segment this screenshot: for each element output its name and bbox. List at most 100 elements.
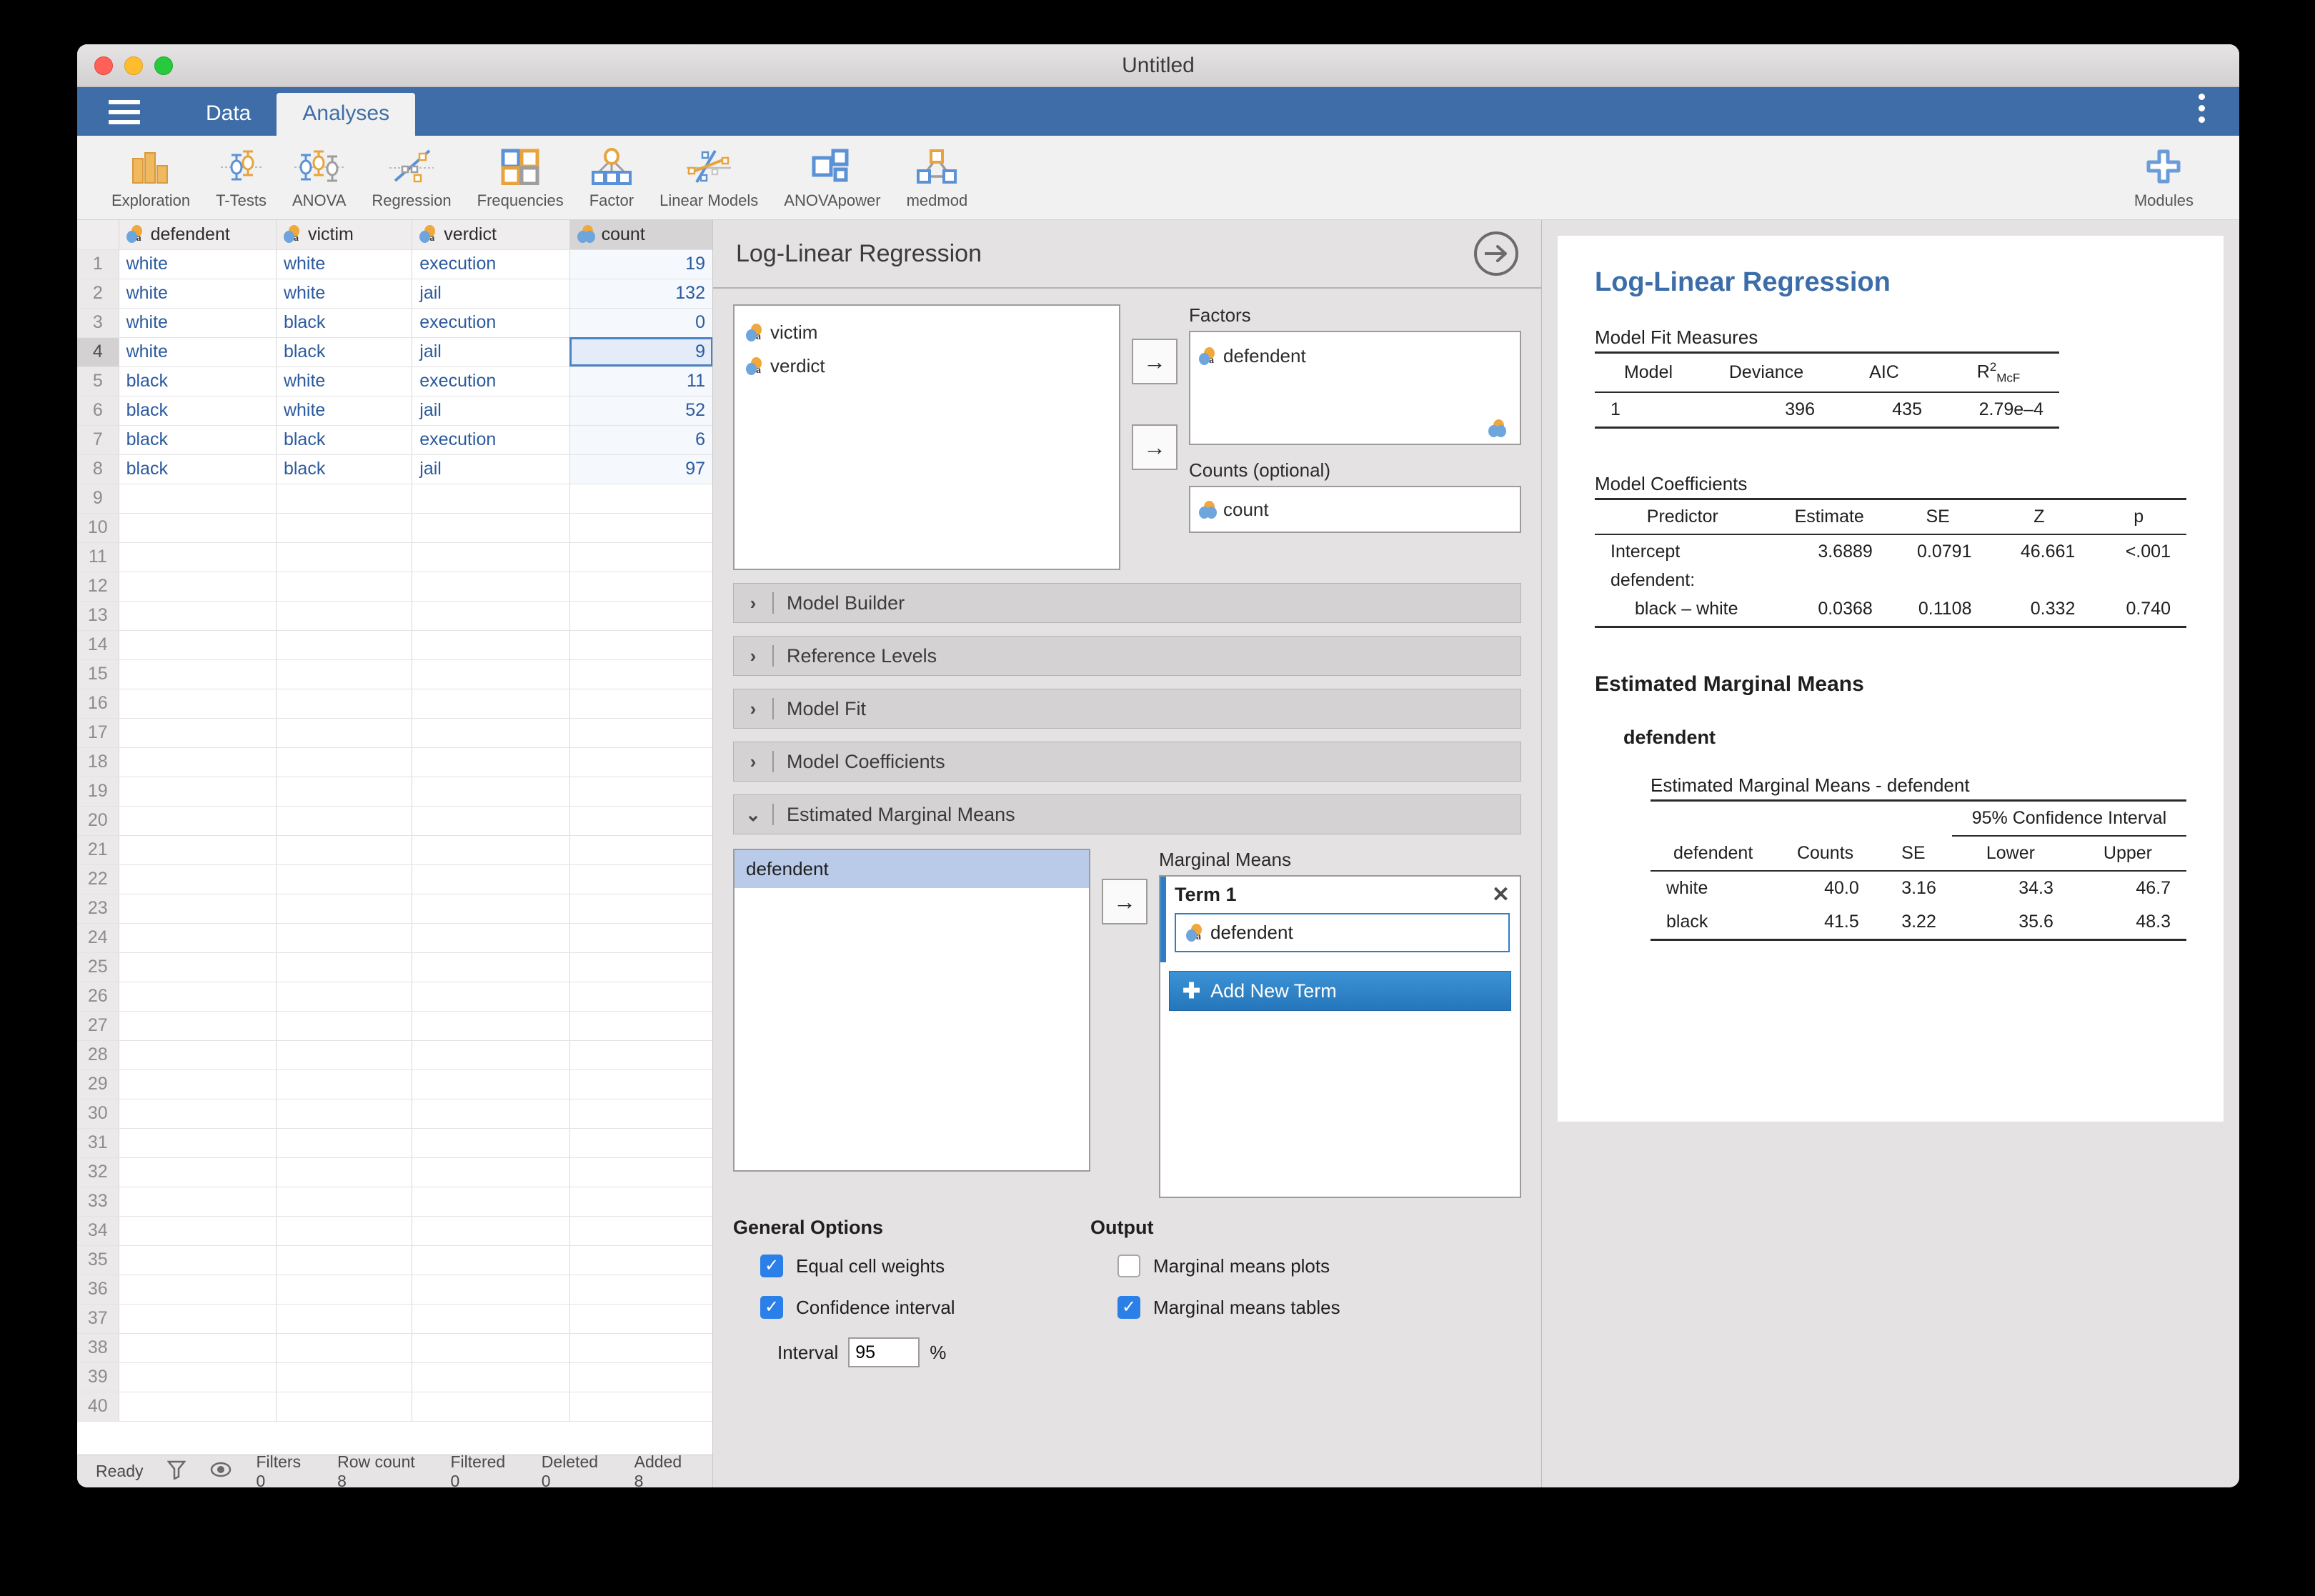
cell-verdict[interactable] bbox=[412, 1157, 570, 1187]
cell-verdict[interactable] bbox=[412, 513, 570, 543]
row-number[interactable]: 26 bbox=[77, 982, 119, 1012]
row-number[interactable]: 31 bbox=[77, 1128, 119, 1158]
factors-dropbox[interactable]: a defendent bbox=[1189, 331, 1521, 445]
cell-count[interactable] bbox=[569, 572, 712, 602]
assign-to-counts-button[interactable]: → bbox=[1132, 424, 1178, 470]
emm-results-table[interactable]: 95% Confidence Interval defendent Counts… bbox=[1651, 799, 2186, 942]
cell-verdict[interactable] bbox=[412, 923, 570, 953]
cell-victim[interactable]: white bbox=[276, 396, 413, 426]
cell-count[interactable]: 11 bbox=[569, 366, 712, 396]
cell-count[interactable]: 6 bbox=[569, 425, 712, 455]
available-variables-list[interactable]: a victim a verdict bbox=[733, 304, 1120, 570]
row-number[interactable]: 12 bbox=[77, 572, 119, 602]
row-number[interactable]: 16 bbox=[77, 689, 119, 719]
assign-to-marginal-means-button[interactable]: → bbox=[1102, 879, 1147, 924]
section-model-builder[interactable]: › Model Builder bbox=[733, 583, 1521, 623]
hamburger-menu-icon[interactable] bbox=[109, 100, 140, 124]
cell-victim[interactable] bbox=[276, 982, 413, 1012]
cell-verdict[interactable]: execution bbox=[412, 249, 570, 279]
cell-defendent[interactable]: white bbox=[119, 308, 277, 338]
cell-count[interactable]: 52 bbox=[569, 396, 712, 426]
cell-count[interactable] bbox=[569, 1304, 712, 1334]
cell-verdict[interactable] bbox=[412, 835, 570, 865]
cell-defendent[interactable] bbox=[119, 1245, 277, 1275]
cell-count[interactable] bbox=[569, 835, 712, 865]
cell-defendent[interactable] bbox=[119, 952, 277, 982]
row-number[interactable]: 33 bbox=[77, 1187, 119, 1217]
cell-victim[interactable] bbox=[276, 1011, 413, 1041]
cell-victim[interactable] bbox=[276, 513, 413, 543]
cell-verdict[interactable] bbox=[412, 1304, 570, 1334]
cell-verdict[interactable] bbox=[412, 1069, 570, 1099]
ribbon-button-factor[interactable]: Factor bbox=[577, 136, 647, 219]
cell-victim[interactable] bbox=[276, 1304, 413, 1334]
cell-victim[interactable] bbox=[276, 1099, 413, 1129]
cell-victim[interactable] bbox=[276, 601, 413, 631]
row-number[interactable]: 6 bbox=[77, 396, 119, 426]
cell-count[interactable] bbox=[569, 659, 712, 689]
row-number[interactable]: 32 bbox=[77, 1157, 119, 1187]
cell-victim[interactable]: black bbox=[276, 337, 413, 367]
cell-count[interactable] bbox=[569, 777, 712, 807]
cell-defendent[interactable] bbox=[119, 659, 277, 689]
cell-defendent[interactable] bbox=[119, 894, 277, 924]
marginal-means-plots-checkbox[interactable] bbox=[1117, 1255, 1140, 1277]
counts-dropbox[interactable]: count bbox=[1189, 486, 1521, 533]
spreadsheet-scroll-area[interactable]: a defendent a victim a verdict count 1 w… bbox=[77, 220, 712, 1455]
cell-verdict[interactable] bbox=[412, 659, 570, 689]
cell-count[interactable] bbox=[569, 1392, 712, 1422]
cell-defendent[interactable] bbox=[119, 572, 277, 602]
cell-victim[interactable]: black bbox=[276, 308, 413, 338]
row-number[interactable]: 38 bbox=[77, 1333, 119, 1363]
interval-input[interactable] bbox=[848, 1337, 920, 1367]
cell-defendent[interactable] bbox=[119, 864, 277, 894]
cell-verdict[interactable] bbox=[412, 1216, 570, 1246]
cell-victim[interactable] bbox=[276, 659, 413, 689]
cell-defendent[interactable] bbox=[119, 835, 277, 865]
cell-verdict[interactable] bbox=[412, 1128, 570, 1158]
column-header-count[interactable]: count bbox=[569, 220, 712, 250]
cell-verdict[interactable] bbox=[412, 601, 570, 631]
row-number[interactable]: 29 bbox=[77, 1069, 119, 1099]
cell-victim[interactable] bbox=[276, 1392, 413, 1422]
variable-item-verdict[interactable]: a verdict bbox=[742, 349, 1112, 383]
cell-count[interactable] bbox=[569, 923, 712, 953]
cell-count[interactable] bbox=[569, 484, 712, 514]
cell-count[interactable] bbox=[569, 1275, 712, 1305]
cell-victim[interactable]: white bbox=[276, 249, 413, 279]
cell-victim[interactable] bbox=[276, 1333, 413, 1363]
cell-defendent[interactable]: black bbox=[119, 454, 277, 484]
funnel-icon[interactable] bbox=[166, 1460, 187, 1484]
ribbon-button-medmod[interactable]: medmod bbox=[894, 136, 981, 219]
cell-defendent[interactable] bbox=[119, 923, 277, 953]
cell-victim[interactable] bbox=[276, 864, 413, 894]
emm-available-list[interactable]: defendent bbox=[733, 849, 1090, 1172]
cell-count[interactable] bbox=[569, 601, 712, 631]
cell-victim[interactable] bbox=[276, 484, 413, 514]
cell-defendent[interactable] bbox=[119, 777, 277, 807]
cell-victim[interactable] bbox=[276, 542, 413, 572]
equal-cell-weights-checkbox[interactable] bbox=[760, 1255, 783, 1277]
ribbon-button-linear-models[interactable]: Linear Models bbox=[647, 136, 771, 219]
options-scroll-area[interactable]: a victim a verdict → → Factors a defende… bbox=[713, 289, 1541, 1487]
cell-defendent[interactable]: black bbox=[119, 396, 277, 426]
grid-corner[interactable] bbox=[77, 220, 119, 250]
cell-count[interactable]: 19 bbox=[569, 249, 712, 279]
section-reference-levels[interactable]: › Reference Levels bbox=[733, 636, 1521, 676]
row-number[interactable]: 35 bbox=[77, 1245, 119, 1275]
cell-verdict[interactable] bbox=[412, 747, 570, 777]
cell-victim[interactable] bbox=[276, 952, 413, 982]
factor-item-defendent[interactable]: a defendent bbox=[1199, 342, 1511, 370]
cell-victim[interactable] bbox=[276, 572, 413, 602]
arrow-right-circle-icon[interactable] bbox=[1474, 231, 1518, 276]
cell-count[interactable] bbox=[569, 542, 712, 572]
cell-verdict[interactable] bbox=[412, 1011, 570, 1041]
row-number[interactable]: 25 bbox=[77, 952, 119, 982]
cell-verdict[interactable] bbox=[412, 1392, 570, 1422]
cell-count[interactable] bbox=[569, 894, 712, 924]
counts-item-count[interactable]: count bbox=[1199, 496, 1269, 524]
cell-verdict[interactable] bbox=[412, 718, 570, 748]
cell-verdict[interactable] bbox=[412, 982, 570, 1012]
cell-verdict[interactable]: execution bbox=[412, 366, 570, 396]
term-item-defendent[interactable]: a defendent bbox=[1175, 913, 1510, 952]
